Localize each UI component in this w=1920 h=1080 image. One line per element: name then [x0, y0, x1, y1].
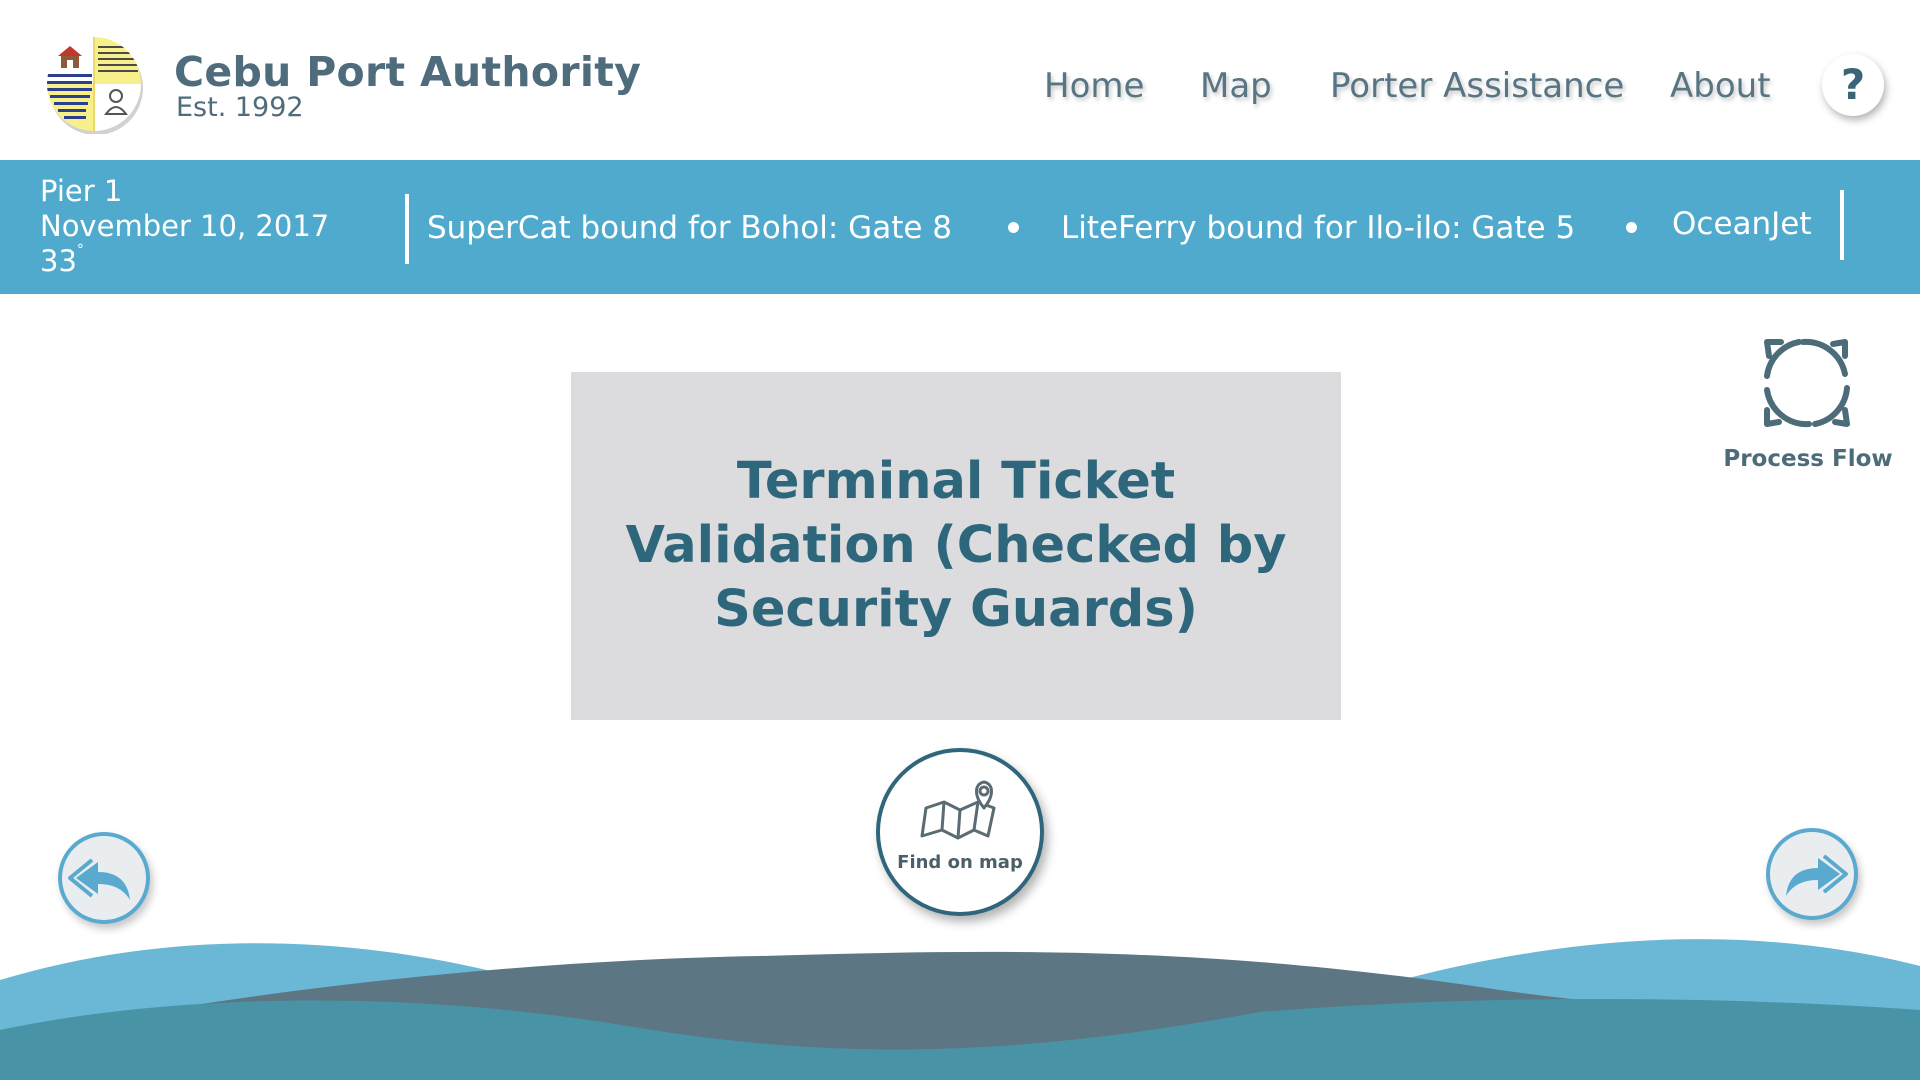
decorative-waves — [0, 939, 1920, 1080]
divider-right — [1840, 190, 1844, 260]
help-button[interactable]: ? — [1822, 54, 1884, 116]
ticker-separator-dot — [1008, 222, 1019, 233]
ticker-item: SuperCat bound for Bohol: Gate 8 — [427, 210, 953, 246]
brand-title: Cebu Port Authority — [174, 48, 642, 96]
find-on-map-label: Find on map — [897, 852, 1023, 873]
cebu-port-authority-logo[interactable] — [44, 34, 144, 134]
find-on-map-button[interactable]: Find on map — [876, 748, 1044, 916]
process-flow-label: Process Flow — [1723, 446, 1893, 472]
ticker-separator-dot — [1626, 222, 1637, 233]
step-title: Terminal Ticket Validation (Checked by S… — [625, 452, 1287, 639]
process-step-card: Terminal Ticket Validation (Checked by S… — [571, 372, 1341, 720]
ticker-item: OceanJet — [1672, 206, 1812, 242]
ticker-item: LiteFerry bound for Ilo-ilo: Gate 5 — [1061, 210, 1576, 246]
brand-subtitle: Est. 1992 — [176, 92, 304, 123]
process-flow-button[interactable]: Process Flow — [1718, 328, 1898, 472]
map-pin-icon — [920, 780, 996, 840]
temperature-value: 33 — [40, 244, 77, 278]
info-ticker-bar: Pier 1 November 10, 2017 33° SuperCat bo… — [0, 160, 1920, 294]
degree-symbol: ° — [76, 242, 84, 258]
nav-about[interactable]: About — [1670, 66, 1771, 106]
temperature: 33° — [40, 242, 84, 278]
cycle-arrows-icon — [1764, 338, 1850, 428]
header: Cebu Port Authority Est. 1992 Home Map P… — [0, 0, 1920, 160]
nav-home[interactable]: Home — [1044, 66, 1144, 106]
nav-porter-assistance[interactable]: Porter Assistance — [1330, 66, 1624, 106]
current-date: November 10, 2017 — [40, 209, 330, 243]
divider-left — [405, 194, 409, 264]
nav-map[interactable]: Map — [1200, 66, 1272, 106]
pier-label: Pier 1 — [40, 174, 123, 208]
